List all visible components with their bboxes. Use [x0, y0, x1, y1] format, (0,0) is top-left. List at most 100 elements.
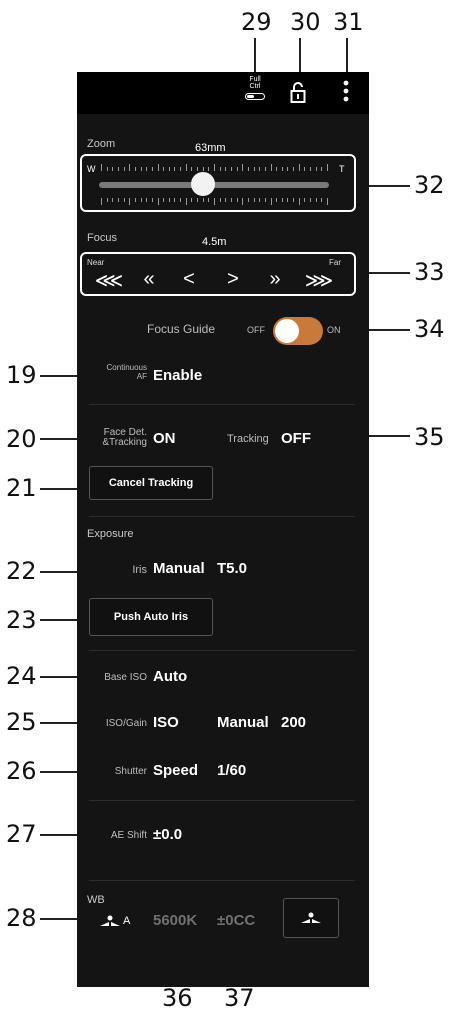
iso-mode-value[interactable]: Manual: [217, 714, 269, 731]
zoom-tick: [112, 167, 114, 171]
focus-near-label: Near: [87, 258, 105, 267]
zoom-label: Zoom: [87, 138, 116, 150]
iso-gain-value[interactable]: ISO: [153, 714, 179, 731]
zoom-tick: [304, 167, 306, 171]
callout-28: 28: [6, 904, 37, 932]
focus-label: Focus: [87, 232, 117, 244]
zoom-tick: [264, 198, 266, 202]
divider: [89, 650, 355, 651]
focus-near-large-button[interactable]: ⋘: [89, 268, 129, 293]
zoom-tick: [208, 167, 210, 171]
zoom-tick: [214, 198, 215, 205]
zoom-tick: [247, 198, 249, 202]
zoom-tick: [270, 164, 272, 171]
iso-value[interactable]: 200: [281, 714, 306, 731]
unlock-icon[interactable]: [290, 80, 306, 109]
zoom-tick: [180, 198, 182, 202]
callout-32: 32: [414, 171, 445, 199]
full-ctrl-label-line2: Ctrl: [249, 83, 261, 90]
push-auto-iris-button[interactable]: Push Auto Iris: [89, 598, 213, 636]
base-iso-value[interactable]: Auto: [153, 668, 187, 685]
leader-31: [346, 38, 348, 74]
zoom-tick: [106, 198, 108, 202]
zoom-tick: [123, 167, 125, 171]
focus-far-label: Far: [329, 258, 341, 267]
zoom-tick: [174, 198, 176, 202]
zoom-tick: [321, 167, 323, 171]
zoom-tick: [151, 167, 153, 171]
iris-mode-value[interactable]: Manual: [153, 560, 205, 577]
zoom-tick: [236, 167, 238, 171]
zoom-tick: [281, 167, 283, 171]
zoom-tick: [253, 198, 255, 202]
set-wb-button[interactable]: [283, 898, 339, 938]
zoom-tick: [123, 198, 125, 202]
zoom-tick: [230, 198, 232, 202]
focus-guide-toggle-knob: [275, 319, 299, 343]
focus-guide-toggle[interactable]: [273, 317, 323, 345]
tracking-value[interactable]: OFF: [281, 430, 311, 447]
zoom-tick: [219, 198, 221, 202]
zoom-tick: [174, 167, 176, 171]
full-ctrl-toggle[interactable]: Full Ctrl: [245, 76, 265, 100]
zoom-tick: [270, 198, 272, 205]
zoom-tick: [134, 167, 136, 171]
cancel-tracking-button[interactable]: Cancel Tracking: [89, 466, 213, 500]
zoom-tick: [146, 167, 148, 171]
ae-shift-value[interactable]: ±0.0: [153, 826, 182, 843]
continuous-af-label: Continuous AF: [85, 363, 147, 381]
zoom-tick: [264, 167, 266, 171]
zoom-tick: [276, 198, 278, 202]
zoom-tick: [247, 167, 249, 171]
app-screen: Full Ctrl Zoom 63mm W T Focus 4.5m Near: [77, 72, 369, 987]
zoom-tick: [168, 167, 170, 171]
callout-26: 26: [6, 757, 37, 785]
full-ctrl-switch: [245, 93, 265, 100]
exposure-section-label: Exposure: [87, 528, 134, 540]
base-iso-label: Base ISO: [104, 672, 147, 683]
wb-mode-value[interactable]: A: [99, 914, 130, 928]
iris-value[interactable]: T5.0: [217, 560, 247, 577]
wb-cc-value: ±0CC: [217, 912, 256, 929]
zoom-tick: [168, 198, 170, 202]
callout-25: 25: [6, 708, 37, 736]
focus-far-medium-button[interactable]: »: [255, 268, 295, 291]
continuous-af-value[interactable]: Enable: [153, 367, 202, 384]
zoom-tick: [225, 167, 227, 171]
shutter-mode-value[interactable]: Speed: [153, 762, 198, 779]
shutter-label: Shutter: [114, 766, 147, 777]
callout-29: 29: [241, 8, 272, 36]
focus-far-small-button[interactable]: >: [213, 268, 253, 291]
divider: [89, 800, 355, 801]
zoom-slider-thumb[interactable]: [190, 172, 215, 196]
zoom-tick: [191, 198, 193, 202]
focus-near-small-button[interactable]: <: [169, 268, 209, 291]
zoom-tick: [101, 198, 102, 205]
callout-27: 27: [6, 820, 37, 848]
zoom-tick: [287, 198, 289, 202]
zoom-tick: [157, 198, 159, 205]
zoom-tick: [327, 198, 328, 205]
focus-guide-off-label: OFF: [247, 325, 265, 335]
callout-34: 34: [414, 315, 445, 343]
kebab-menu-icon[interactable]: [343, 79, 349, 108]
divider: [89, 516, 355, 517]
face-detection-value[interactable]: ON: [153, 430, 176, 447]
focus-near-medium-button[interactable]: «: [129, 268, 169, 291]
iris-label: Iris: [132, 564, 147, 576]
shutter-value[interactable]: 1/60: [217, 762, 246, 779]
zoom-tick: [230, 167, 232, 171]
zoom-tick: [310, 167, 312, 171]
zoom-tick: [157, 164, 159, 171]
zoom-tick: [259, 167, 261, 171]
tracking-label: Tracking: [227, 433, 269, 445]
zoom-tick: [117, 198, 119, 202]
callout-23: 23: [6, 606, 37, 634]
zoom-tick: [310, 198, 312, 202]
wb-kelvin-value: 5600K: [153, 912, 198, 929]
callout-30: 30: [290, 8, 321, 36]
zoom-tick: [321, 198, 323, 202]
focus-far-large-button[interactable]: ⋙: [299, 268, 339, 293]
callout-36: 36: [162, 984, 193, 1012]
zoom-tick: [202, 198, 204, 202]
